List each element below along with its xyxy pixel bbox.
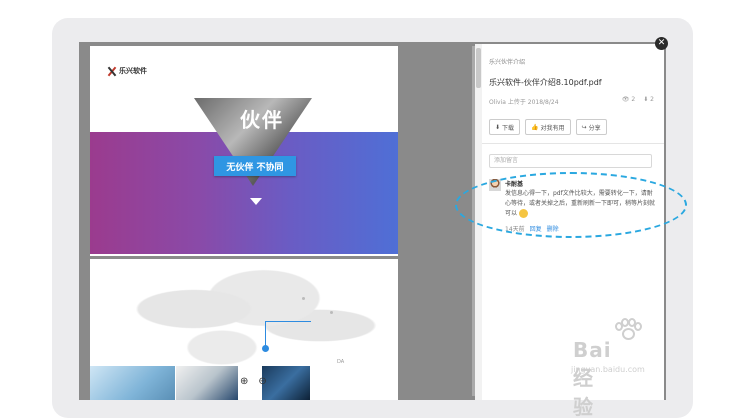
eye-icon: 👁	[621, 96, 630, 103]
download-count: ⬇ 2	[643, 96, 654, 103]
download-count-icon: ⬇	[643, 96, 649, 103]
slogan-ribbon: 无伙伴 不协同	[214, 156, 296, 176]
thumbs-up-icon: 👍	[531, 123, 539, 131]
download-button[interactable]: ⬇ 下载	[489, 119, 521, 135]
upload-meta: Olivia 上传于 2018/8/24	[489, 99, 559, 106]
map-callout-dot	[262, 345, 269, 352]
document-page-1: 乐兴软件 伙伴 无伙伴 不协同	[90, 46, 398, 256]
share-icon: ↪	[581, 123, 587, 131]
divider	[482, 143, 664, 144]
zoom-out-icon[interactable]: ⊖	[258, 376, 266, 387]
download-icon: ⬇	[495, 123, 501, 131]
world-map	[110, 265, 390, 375]
photo-laptop	[90, 366, 175, 400]
document-page-2: DA ⊕ ⊖	[90, 259, 398, 400]
watermark-url: jingyan.baidu.com	[571, 365, 645, 374]
watermark-text: Bai 经验	[573, 338, 612, 419]
logo-text: 乐兴软件	[119, 67, 147, 75]
map-tag: DA	[337, 359, 345, 365]
photo-globe	[262, 366, 310, 400]
view-count: 👁 2	[621, 96, 636, 103]
useful-button[interactable]: 👍 对我有用	[525, 119, 571, 135]
action-buttons: ⬇ 下载 👍 对我有用 ↪ 分享	[489, 119, 607, 135]
comment-highlight-annotation	[455, 172, 687, 238]
logo-icon	[107, 67, 116, 76]
breadcrumb[interactable]: 乐兴伙伴介绍	[489, 57, 525, 66]
comment-input[interactable]: 添加留言	[489, 154, 652, 168]
map-callout-line	[265, 321, 311, 350]
map-dot	[330, 311, 333, 314]
arrow-down-icon	[250, 198, 262, 205]
photo-tablet-chart	[176, 366, 238, 400]
paw-logo-icon	[613, 318, 642, 342]
zoom-in-icon[interactable]: ⊕	[240, 376, 248, 387]
banner-headline: 伙伴	[240, 108, 284, 132]
company-logo: 乐兴软件	[107, 66, 147, 76]
close-icon[interactable]: ✕	[655, 37, 668, 50]
zoom-controls: ⊕ ⊖	[240, 376, 267, 387]
map-dot	[302, 297, 305, 300]
document-stats: 👁 2 ⬇ 2	[622, 96, 654, 103]
share-button[interactable]: ↪ 分享	[575, 119, 607, 135]
document-title: 乐兴软件-伙伴介绍8.10pdf.pdf	[489, 78, 602, 87]
scroll-thumb[interactable]	[476, 48, 481, 88]
